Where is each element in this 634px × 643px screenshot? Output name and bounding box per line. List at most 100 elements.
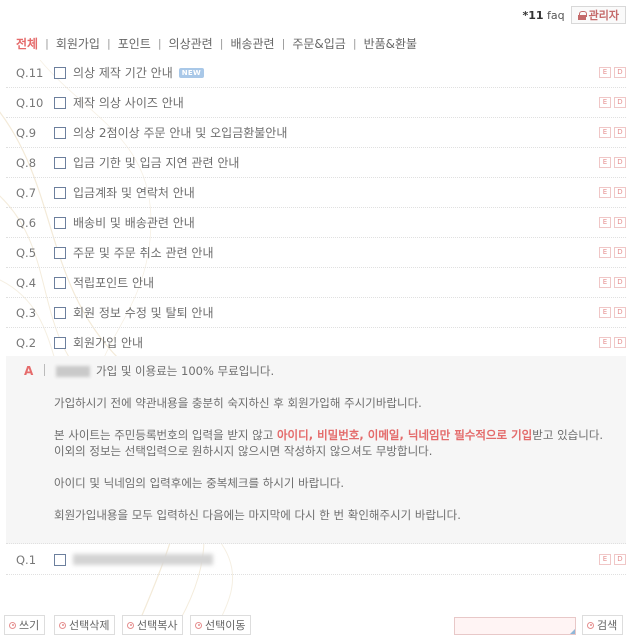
delete-button[interactable]: D <box>614 187 626 198</box>
question-number: Q.4 <box>16 275 37 290</box>
edit-button[interactable]: E <box>599 307 611 318</box>
faq-row: Q.8 입금 기한 및 입금 지연 관련 안내 ED <box>6 148 626 178</box>
delete-button[interactable]: D <box>614 157 626 168</box>
top-bar: *11 faq 관리자 <box>522 6 626 24</box>
copy-selected-button[interactable]: 선택복사 <box>122 615 184 635</box>
answer-panel: A 가입 및 이용료는 100% 무료입니다. 가입하시기 전에 약관내용을 충… <box>6 356 626 544</box>
delete-button[interactable]: D <box>614 307 626 318</box>
select-checkbox[interactable] <box>54 96 66 109</box>
delete-button[interactable]: D <box>614 217 626 228</box>
edit-button[interactable]: E <box>599 97 611 108</box>
question-link[interactable]: 입금계좌 및 연락처 안내 <box>73 184 195 201</box>
question-number: Q.8 <box>16 155 37 170</box>
faq-row: Q.11 의상 제작 기간 안내 NEW ED <box>6 58 626 88</box>
search-button[interactable]: 검색 <box>582 615 624 635</box>
select-checkbox[interactable] <box>54 276 66 289</box>
required-fields-highlight: 아이디, 비밀번호, 이메일, 닉네임만 필수적으로 기입 <box>276 428 533 442</box>
question-number: Q.6 <box>16 215 37 230</box>
faq-row: Q.7 입금계좌 및 연락처 안내 ED <box>6 178 626 208</box>
select-checkbox[interactable] <box>54 216 66 229</box>
select-checkbox[interactable] <box>54 553 66 566</box>
blurred-site-name <box>56 366 90 377</box>
answer-line: 이외의 정보는 선택입력으로 원하시지 않으시면 작성하지 않으셔도 무방합니다… <box>54 444 433 458</box>
select-checkbox[interactable] <box>54 246 66 259</box>
question-number: Q.1 <box>16 552 37 567</box>
faq-row: Q.6 배송비 및 배송관련 안내 ED <box>6 208 626 238</box>
delete-button[interactable]: D <box>614 127 626 138</box>
question-link[interactable]: 입금 기한 및 입금 지연 관련 안내 <box>73 154 239 171</box>
question-link[interactable]: 주문 및 주문 취소 관련 안내 <box>73 244 214 261</box>
question-number: Q.5 <box>16 245 37 260</box>
select-checkbox[interactable] <box>54 186 66 199</box>
bullet-icon <box>587 621 594 629</box>
question-link[interactable]: 회원 정보 수정 및 탈퇴 안내 <box>73 304 214 321</box>
question-number: Q.9 <box>16 125 37 140</box>
delete-button[interactable]: D <box>614 97 626 108</box>
blurred-subject <box>73 554 213 565</box>
category-clothing[interactable]: 의상관련 <box>167 35 215 52</box>
edit-button[interactable]: E <box>599 67 611 78</box>
edit-button[interactable]: E <box>599 337 611 348</box>
answer-body: 가입 및 이용료는 100% 무료입니다. 가입하시기 전에 약관내용을 충분히… <box>54 363 616 523</box>
category-order-payment[interactable]: 주문&입금 <box>290 35 348 52</box>
answer-label: A <box>24 364 34 378</box>
answer-line: 본 사이트는 주민등록번호의 입력을 받지 않고 아이디, 비밀번호, 이메일,… <box>54 428 604 442</box>
category-nav: 전체 | 회원가입 | 포인트 | 의상관련 | 배송관련 | 주문&입금 | … <box>14 35 420 52</box>
admin-label: 관리자 <box>588 9 619 22</box>
select-checkbox[interactable] <box>54 126 66 139</box>
new-badge: NEW <box>178 67 205 78</box>
faq-list: Q.11 의상 제작 기간 안내 NEW ED Q.10 제작 의상 사이즈 안내… <box>6 58 626 358</box>
delete-button[interactable]: D <box>614 554 626 565</box>
delete-selected-button[interactable]: 선택삭제 <box>54 615 116 635</box>
question-number: Q.10 <box>16 95 44 110</box>
edit-button[interactable]: E <box>599 187 611 198</box>
category-signup[interactable]: 회원가입 <box>54 35 102 52</box>
answer-line: 가입 및 이용료는 100% 무료입니다. <box>96 364 275 378</box>
faq-row-expanded: Q.2 회원가입 안내 ED <box>6 328 626 358</box>
question-link[interactable]: 의상 제작 기간 안내 NEW <box>73 64 205 81</box>
delete-button[interactable]: D <box>614 67 626 78</box>
bullet-icon <box>9 621 16 629</box>
article-count: *11 faq <box>522 8 565 22</box>
bullet-icon <box>127 621 134 629</box>
select-checkbox[interactable] <box>54 156 66 169</box>
category-all[interactable]: 전체 <box>14 35 40 52</box>
select-checkbox[interactable] <box>54 336 66 349</box>
edit-button[interactable]: E <box>599 217 611 228</box>
faq-row: Q.9 의상 2점이상 주문 안내 및 오입금환불안내 ED <box>6 118 626 148</box>
delete-button[interactable]: D <box>614 337 626 348</box>
question-link[interactable]: 의상 2점이상 주문 안내 및 오입금환불안내 <box>73 124 287 141</box>
answer-line: 아이디 및 닉네임의 입력후에는 중복체크를 하시기 바랍니다. <box>54 476 345 490</box>
question-link[interactable]: 제작 의상 사이즈 안내 <box>73 94 184 111</box>
edit-button[interactable]: E <box>599 247 611 258</box>
write-button[interactable]: 쓰기 <box>4 615 46 635</box>
category-shipping[interactable]: 배송관련 <box>228 35 276 52</box>
question-link[interactable]: 배송비 및 배송관련 안내 <box>73 214 195 231</box>
answer-line: 회원가입내용을 모두 입력하신 다음에는 마지막에 다시 한 번 확인해주시기 … <box>54 508 461 522</box>
faq-row: Q.10 제작 의상 사이즈 안내 ED <box>6 88 626 118</box>
question-link[interactable]: 적립포인트 안내 <box>73 274 154 291</box>
edit-button[interactable]: E <box>599 554 611 565</box>
delete-button[interactable]: D <box>614 277 626 288</box>
select-checkbox[interactable] <box>54 306 66 319</box>
admin-button[interactable]: 관리자 <box>570 6 626 24</box>
edit-button[interactable]: E <box>599 277 611 288</box>
bullet-icon <box>195 621 202 629</box>
edit-button[interactable]: E <box>599 157 611 168</box>
question-number: Q.7 <box>16 185 37 200</box>
select-checkbox[interactable] <box>54 66 66 79</box>
question-link[interactable] <box>73 554 213 565</box>
question-number: Q.11 <box>16 65 44 80</box>
delete-button[interactable]: D <box>614 247 626 258</box>
move-selected-button[interactable]: 선택이동 <box>190 615 252 635</box>
question-link[interactable]: 회원가입 안내 <box>73 334 143 351</box>
category-return-refund[interactable]: 반품&환불 <box>362 35 420 52</box>
search-input[interactable] <box>454 617 576 635</box>
category-point[interactable]: 포인트 <box>116 35 153 52</box>
lock-icon <box>577 10 587 20</box>
faq-row: Q.3 회원 정보 수정 및 탈퇴 안내 ED <box>6 298 626 328</box>
question-number: Q.3 <box>16 305 37 320</box>
faq-row: Q.5 주문 및 주문 취소 관련 안내 ED <box>6 238 626 268</box>
edit-button[interactable]: E <box>599 127 611 138</box>
question-number: Q.2 <box>16 335 37 350</box>
